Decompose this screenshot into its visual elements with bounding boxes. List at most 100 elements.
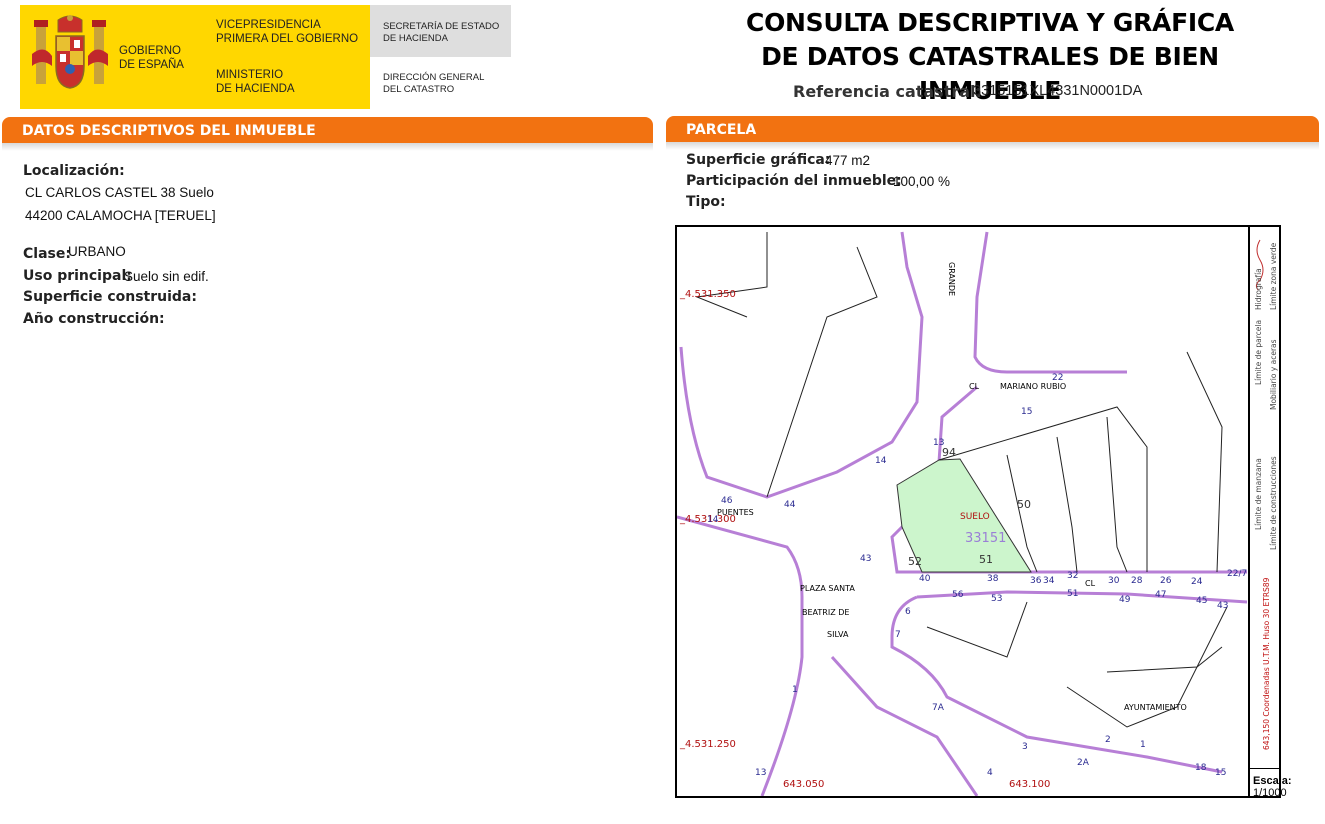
house-number: 22 [1052, 373, 1063, 383]
house-number: 4 [987, 768, 993, 778]
map-legend: 643,150 Coordenadas U.T.M. Huso 30 ETRS8… [1254, 239, 1278, 750]
street-edge-grande [973, 231, 1127, 374]
direccion-line2: DEL CATASTRO [383, 84, 455, 95]
vicepresidencia-line2: PRIMERA DEL GOBIERNO [216, 33, 359, 45]
section-title-parcela: PARCELA [686, 122, 757, 138]
house-number: 2 [1105, 735, 1111, 745]
house-number: 30 [1108, 576, 1120, 586]
legend-hidrografia: Hidrografía [1254, 268, 1263, 310]
plaza-line2: BEATRIZ DE [802, 608, 849, 617]
legend-construcciones: Límite de construcciones [1269, 456, 1278, 550]
house-number: 34 [1043, 576, 1055, 586]
house-number: 38 [987, 574, 999, 584]
uso-principal-value: Suelo sin edif. [124, 269, 209, 284]
section-bar-datos: DATOS DESCRIPTIVOS DEL INMUEBLE [2, 117, 653, 143]
house-number: 53 [991, 594, 1002, 604]
house-number: 50 [1017, 498, 1031, 511]
house-number: 22/7 [1227, 569, 1247, 579]
secretaria-line2: DE HACIENDA [383, 33, 448, 44]
anio-construccion-label: Año construcción: [23, 311, 165, 327]
scale-box: Escala: 1/1000 [1250, 768, 1292, 799]
house-number: 28 [1131, 576, 1143, 586]
house-number: 3 [1022, 742, 1028, 752]
plaza-line3: SILVA [827, 630, 849, 639]
house-number: 1 [1140, 740, 1146, 750]
legend-separator [1248, 225, 1250, 798]
house-number: 46 [721, 496, 733, 506]
house-number: 24 [1191, 577, 1203, 587]
gobierno-line1: GOBIERNO [119, 45, 181, 57]
participacion-value: 100,00 % [893, 174, 951, 189]
clase-label: Clase: [23, 246, 71, 262]
parcel-suelo-label: SUELO [960, 512, 990, 522]
building-line-7 [1186, 351, 1223, 573]
section-shadow-right [666, 142, 1319, 150]
vicepresidencia-line1: VICEPRESIDENCIA [216, 19, 321, 31]
building-line-5 [1056, 436, 1078, 573]
house-number: 36 [1030, 576, 1042, 586]
ministerio-line1: MINISTERIO [216, 69, 284, 81]
parcel-id-label: 33151 [965, 531, 1006, 546]
street-edge-plaza-south [830, 655, 979, 796]
scale-label: Escala: [1253, 775, 1292, 787]
house-number: 51 [1067, 589, 1078, 599]
building-line-1 [695, 232, 768, 318]
direccion-line1: DIRECCIÓN GENERAL [383, 72, 485, 83]
street-puentes: PUENTES [717, 508, 754, 517]
house-number: 47 [1155, 590, 1166, 600]
address-line1: CL CARLOS CASTEL 38 Suelo [25, 185, 214, 200]
house-number: 32 [1067, 571, 1078, 581]
title-line1: CONSULTA DESCRIPTIVA Y GRÁFICA [746, 8, 1234, 37]
house-number: 56 [952, 590, 964, 600]
coord-y1: _4.531.350 [679, 289, 736, 300]
house-number: 1 [792, 685, 798, 695]
coord-x1: 643.050 [783, 779, 824, 790]
house-number: 43 [860, 554, 871, 564]
participacion-label: Participación del inmueble: [686, 173, 902, 189]
gobierno-line2: DE ESPAÑA [119, 59, 184, 71]
street-cl-2: CL [1085, 579, 1096, 588]
house-number: 7A [932, 703, 945, 713]
street-mariano-rubio: MARIANO RUBIO [1000, 382, 1066, 391]
house-number: 26 [1160, 576, 1172, 586]
superficie-grafica-value: 477 m2 [825, 153, 871, 168]
uso-principal-label: Uso principal: [23, 268, 132, 284]
house-number: 43 [1217, 601, 1228, 611]
plaza-line1: PLAZA SANTA [800, 584, 855, 593]
section-shadow-left [2, 143, 653, 151]
legend-manzana: Límite de manzana [1254, 458, 1263, 530]
house-number: 7 [895, 630, 901, 640]
plaza-edge-west [677, 515, 804, 796]
house-number: 6 [905, 607, 911, 617]
ref-catastral-value: 3315151XL4331N0001DA [973, 83, 1143, 99]
house-number: 15 [1021, 407, 1032, 417]
house-number: 94 [942, 446, 956, 459]
section-title-datos: DATOS DESCRIPTIVOS DEL INMUEBLE [22, 123, 316, 139]
house-number: 40 [919, 574, 931, 584]
scale-value: 1/1000 [1253, 787, 1287, 799]
house-number: 18 [1195, 763, 1207, 773]
building-line-6 [1106, 416, 1128, 573]
address-line2: 44200 CALAMOCHA [TERUEL] [25, 208, 216, 223]
coord-x2: 643.100 [1009, 779, 1050, 790]
coat-of-arms-icon [32, 15, 108, 89]
house-number: 49 [1119, 595, 1131, 605]
coord-y3: _4.531.250 [679, 739, 736, 750]
map-drawing: _4.531.350 _4.531.300 _4.531.250 643.050… [677, 231, 1247, 796]
house-number: 14 [707, 515, 719, 525]
house-number: 45 [1196, 596, 1207, 606]
legend-mobiliario: Mobiliario y aceras [1269, 339, 1278, 410]
clase-value: URBANO [68, 244, 126, 259]
ref-catastral-label: Referencia catastral: [793, 82, 982, 101]
legend-zona-verde: Límite zona verde [1269, 242, 1278, 310]
tipo-label: Tipo: [686, 194, 726, 210]
house-number: 14 [875, 456, 887, 466]
house-number: 2A [1077, 758, 1090, 768]
house-number: 15 [1215, 768, 1226, 778]
legend-parcela: Límite de parcela [1254, 320, 1263, 385]
superficie-grafica-label: Superficie gráfica: [686, 152, 831, 168]
ayuntamiento-label: AYUNTAMIENTO [1124, 703, 1187, 712]
parcel-number-label: 51 [979, 553, 993, 566]
house-number: 44 [784, 500, 796, 510]
street-grande: GRANDE [947, 262, 956, 296]
